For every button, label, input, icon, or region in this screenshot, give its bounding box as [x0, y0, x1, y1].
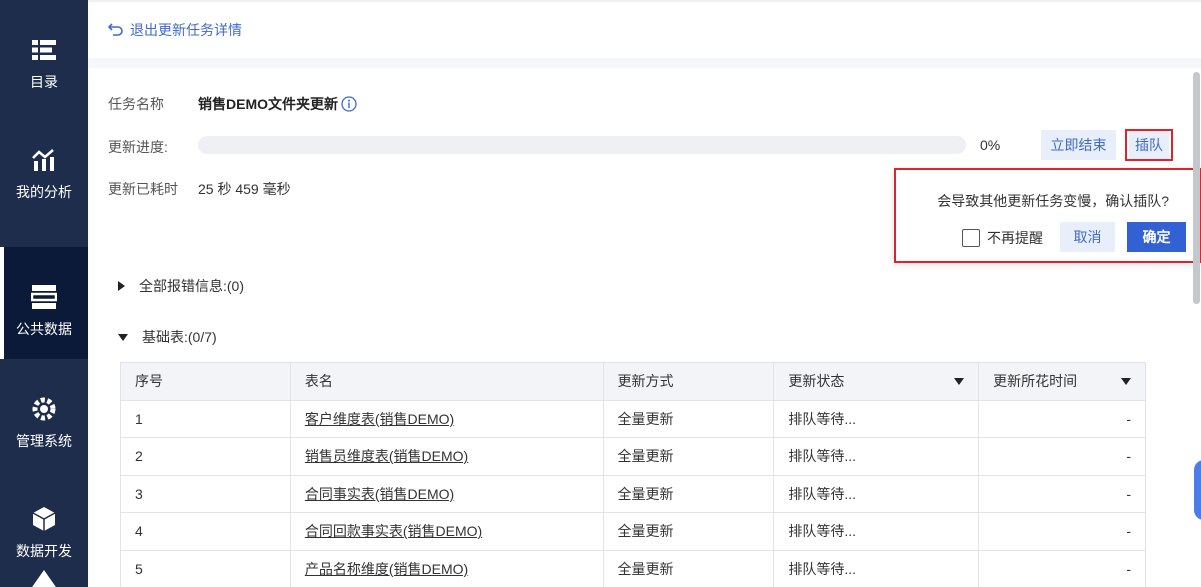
col-header-update-duration: 更新所花时间 [978, 362, 1146, 401]
nav-partial-icon[interactable] [30, 570, 58, 587]
cell-index: 5 [120, 549, 291, 587]
cell-index: 3 [120, 474, 291, 513]
task-name-label: 任务名称 [108, 96, 164, 112]
nav-item-data-dev[interactable]: 数据开发 [0, 469, 88, 579]
cell-update-status: 排队等待... [773, 512, 980, 551]
checkbox-label: 不再提醒 [987, 230, 1043, 246]
nav-label: 数据开发 [16, 543, 72, 559]
table-name-link[interactable]: 合同回款事实表(销售DEMO) [305, 523, 482, 539]
cancel-button[interactable]: 取消 [1060, 222, 1115, 252]
cell-update-mode: 全量更新 [602, 512, 775, 551]
cell-update-status: 排队等待... [773, 549, 980, 587]
cell-update-status: 排队等待... [773, 437, 980, 476]
cell-duration: - [978, 512, 1146, 551]
cell-index: 1 [120, 399, 291, 438]
cell-update-mode: 全量更新 [602, 474, 775, 513]
col-header-update-status-label: 更新状态 [788, 373, 845, 390]
cell-table-name: 销售员维度表(销售DEMO) [289, 437, 604, 476]
table-name-link[interactable]: 合同事实表(销售DEMO) [305, 486, 454, 502]
table-name-link[interactable]: 销售员维度表(销售DEMO) [305, 448, 468, 464]
task-name-text: 销售DEMO文件夹更新 [198, 96, 338, 112]
cell-update-status: 排队等待... [773, 399, 980, 438]
nav-label: 公共数据 [16, 321, 72, 337]
back-link-label: 退出更新任务详情 [130, 22, 242, 38]
back-link[interactable]: 退出更新任务详情 [107, 20, 242, 40]
cell-index: 2 [120, 437, 291, 476]
dont-remind-checkbox[interactable]: 不再提醒 [962, 228, 1043, 248]
table-name-link[interactable]: 产品名称维度(销售DEMO) [305, 561, 468, 577]
info-icon[interactable] [341, 96, 357, 112]
table-row: 5 产品名称维度(销售DEMO) 全量更新 排队等待... - [120, 549, 1146, 587]
col-header-update-status: 更新状态 [773, 362, 980, 401]
table-row: 2 销售员维度表(销售DEMO) 全量更新 排队等待... - [120, 437, 1146, 476]
table-row: 4 合同回款事实表(销售DEMO) 全量更新 排队等待... - [120, 512, 1146, 551]
table-row: 1 客户维度表(销售DEMO) 全量更新 排队等待... - [120, 399, 1146, 438]
task-name: 销售DEMO文件夹更新 [198, 94, 357, 114]
floating-assistant-button[interactable] [1194, 460, 1201, 520]
filter-dropdown-icon[interactable] [954, 377, 965, 385]
gear-icon [30, 395, 58, 423]
nav-label: 我的分析 [16, 184, 72, 200]
cube-icon [30, 505, 58, 533]
cell-update-status: 排队等待... [773, 474, 980, 513]
cell-duration: - [978, 474, 1146, 513]
table-header-row: 序号 表名 更新方式 更新状态 更新所花时间 [120, 362, 1146, 401]
filter-dropdown-icon[interactable] [1121, 377, 1131, 385]
col-header-table-name: 表名 [289, 362, 604, 401]
queue-jump-button[interactable]: 插队 [1125, 129, 1173, 161]
public-data-icon [30, 283, 58, 311]
cell-table-name: 客户维度表(销售DEMO) [289, 399, 604, 438]
cell-update-mode: 全量更新 [602, 399, 775, 438]
queue-jump-label: 插队 [1129, 131, 1169, 159]
errors-section-toggle[interactable]: 全部报错信息:(0) [118, 276, 244, 296]
base-tables-section-toggle[interactable]: 基础表:(0/7) [118, 327, 217, 347]
end-now-button[interactable]: 立即结束 [1041, 130, 1116, 160]
nav-item-management[interactable]: 管理系统 [0, 359, 88, 469]
confirm-button[interactable]: 确定 [1127, 222, 1186, 252]
cell-duration: - [978, 549, 1146, 587]
nav-label: 目录 [30, 74, 58, 90]
sidebar: 目录 我的分析 公共数据 管理系统 数据开发 [0, 0, 88, 587]
topbar: 退出更新任务详情 [88, 0, 1201, 58]
table-row: 3 合同事实表(销售DEMO) 全量更新 排队等待... - [120, 474, 1146, 513]
errors-section-label: 全部报错信息:(0) [139, 278, 244, 294]
checkbox-box[interactable] [962, 229, 980, 247]
cell-table-name: 合同事实表(销售DEMO) [289, 474, 604, 513]
confirm-message: 会导致其他更新任务变慢，确认插队? [937, 193, 1169, 209]
analysis-icon [30, 146, 58, 174]
base-tables-table: 序号 表名 更新方式 更新状态 更新所花时间 1 客户维度表(销售DEMO) 全… [120, 362, 1146, 587]
caret-right-icon [118, 281, 125, 291]
back-arrow-icon [107, 22, 124, 39]
progress-label: 更新进度: [108, 139, 168, 155]
col-header-index: 序号 [120, 362, 291, 401]
col-header-update-mode: 更新方式 [602, 362, 775, 401]
vertical-scrollbar[interactable] [1193, 72, 1200, 304]
progress-percent: 0% [980, 137, 1001, 153]
task-detail-panel: 任务名称 销售DEMO文件夹更新 更新进度: 0% 立即结束 插队 更新已耗时 … [88, 68, 1201, 587]
caret-down-icon [118, 333, 128, 341]
queue-confirm-popover: 会导致其他更新任务变慢，确认插队? 不再提醒 取消 确定 [894, 168, 1201, 263]
cell-duration: - [978, 399, 1146, 438]
cell-duration: - [978, 437, 1146, 476]
cell-update-mode: 全量更新 [602, 549, 775, 587]
col-header-update-duration-label: 更新所花时间 [993, 373, 1078, 390]
catalog-icon [30, 36, 58, 64]
cell-index: 4 [120, 512, 291, 551]
nav-item-catalog[interactable]: 目录 [0, 0, 88, 110]
nav-item-public-data[interactable]: 公共数据 [0, 247, 88, 359]
elapsed-value: 25 秒 459 毫秒 [198, 181, 291, 197]
cell-update-mode: 全量更新 [602, 437, 775, 476]
cell-table-name: 产品名称维度(销售DEMO) [289, 549, 604, 587]
nav-label: 管理系统 [16, 433, 72, 449]
table-name-link[interactable]: 客户维度表(销售DEMO) [305, 411, 454, 427]
nav-item-my-analysis[interactable]: 我的分析 [0, 110, 88, 220]
progress-bar [198, 136, 966, 154]
base-tables-section-label: 基础表:(0/7) [142, 329, 217, 345]
cell-table-name: 合同回款事实表(销售DEMO) [289, 512, 604, 551]
elapsed-label: 更新已耗时 [108, 181, 178, 197]
